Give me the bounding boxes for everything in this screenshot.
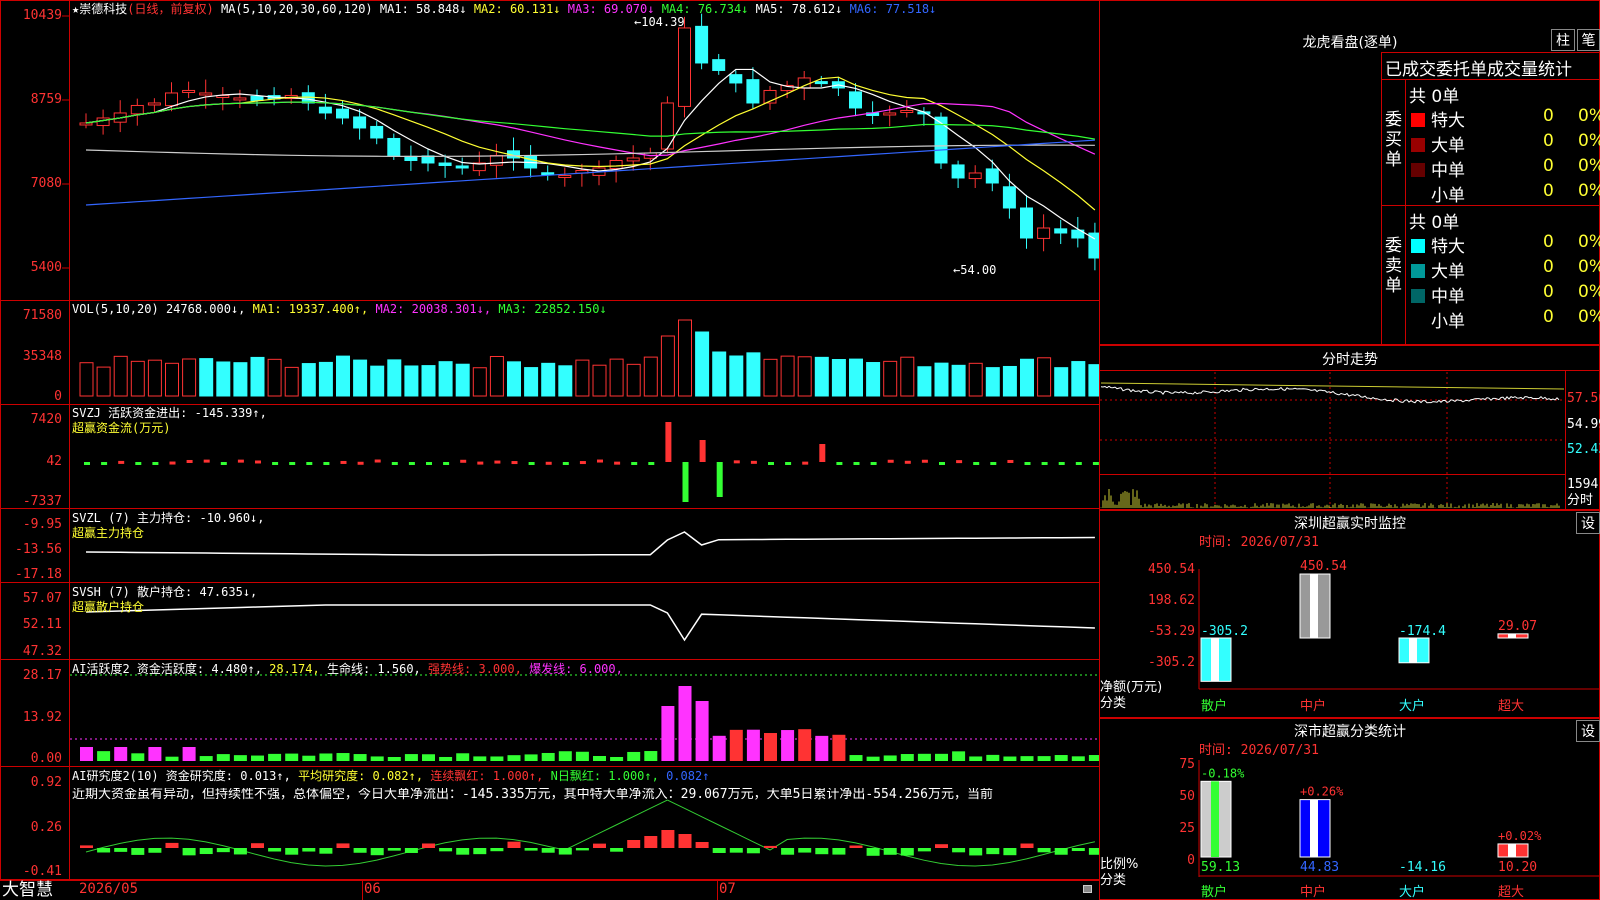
category-bar-highlight bbox=[1211, 638, 1219, 682]
right-bar-charts: 450.54 198.62 -53.29 -305.2 -305.2 散户 450.54 中户… bbox=[1148, 559, 1599, 900]
value-label: 29.07 bbox=[1498, 619, 1537, 634]
y-tick: -53.29 bbox=[1148, 624, 1195, 639]
category-label: 超大 bbox=[1498, 885, 1524, 900]
y-tick: 50 bbox=[1179, 789, 1195, 804]
category-bar-highlight bbox=[1310, 799, 1318, 857]
category-label: 中户 bbox=[1300, 884, 1326, 900]
value-label: -174.4 bbox=[1399, 624, 1446, 639]
category-bar-highlight bbox=[1508, 633, 1516, 638]
category-label: 中户 bbox=[1300, 698, 1326, 714]
value-label: -305.2 bbox=[1201, 624, 1248, 639]
change-label: +0.02% bbox=[1498, 829, 1542, 843]
category-bar-highlight bbox=[1409, 638, 1417, 663]
value-label: 450.54 bbox=[1300, 559, 1347, 574]
y-tick: 75 bbox=[1179, 757, 1195, 772]
y-tick: -305.2 bbox=[1148, 655, 1195, 670]
value-label: 59.13 bbox=[1201, 860, 1240, 875]
category-label: 散户 bbox=[1201, 884, 1227, 900]
y-tick: 25 bbox=[1179, 821, 1195, 836]
value-label: 44.83 bbox=[1300, 860, 1339, 875]
y-tick: 450.54 bbox=[1148, 562, 1195, 577]
change-label: +0.26% bbox=[1300, 785, 1344, 799]
category-bar-highlight bbox=[1211, 781, 1219, 857]
y-tick: 0 bbox=[1187, 853, 1195, 868]
category-label: 大户 bbox=[1399, 698, 1425, 714]
category-bar-highlight bbox=[1310, 574, 1318, 638]
y-tick: 198.62 bbox=[1148, 593, 1195, 608]
value-label: -14.16 bbox=[1399, 860, 1446, 875]
category-label: 散户 bbox=[1201, 698, 1227, 714]
category-label: 超大 bbox=[1498, 699, 1524, 714]
change-label: -0.18% bbox=[1201, 766, 1245, 780]
category-label: 大户 bbox=[1399, 884, 1425, 900]
value-label: 10.20 bbox=[1498, 860, 1537, 875]
category-bar-highlight bbox=[1508, 843, 1516, 857]
